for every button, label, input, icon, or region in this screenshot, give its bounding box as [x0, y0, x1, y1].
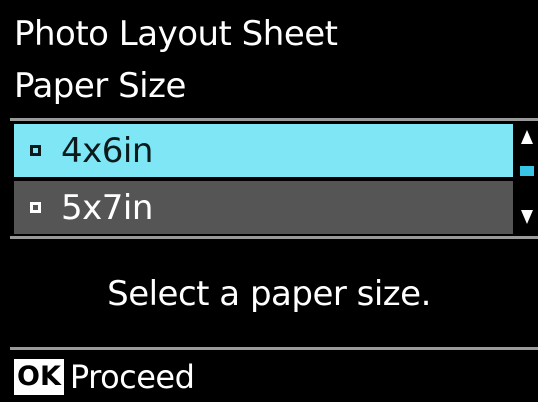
option-label: 4x6in — [61, 130, 153, 171]
screen-subtitle: Paper Size — [14, 66, 186, 106]
lcd-screen: Photo Layout Sheet Paper Size 4x6in 5x7i… — [0, 0, 538, 402]
square-bullet-icon — [30, 145, 41, 156]
divider-bottom — [10, 347, 538, 350]
scroll-thumb[interactable] — [520, 166, 534, 176]
divider-middle — [10, 236, 538, 239]
divider-top — [10, 118, 538, 121]
footer-hint: OK Proceed — [14, 356, 195, 398]
square-bullet-icon — [30, 202, 41, 213]
ok-key-icon[interactable]: OK — [14, 359, 64, 395]
triangle-down-icon[interactable] — [521, 210, 533, 224]
instruction-message: Select a paper size. — [107, 274, 431, 314]
screen-title: Photo Layout Sheet — [14, 14, 338, 54]
paper-size-list: 4x6in 5x7in — [14, 124, 513, 234]
list-scrollbar[interactable] — [516, 124, 536, 234]
option-4x6in[interactable]: 4x6in — [14, 124, 513, 177]
proceed-label: Proceed — [69, 358, 195, 396]
option-label: 5x7in — [61, 187, 153, 228]
triangle-up-icon[interactable] — [521, 130, 533, 144]
option-5x7in[interactable]: 5x7in — [14, 181, 513, 234]
